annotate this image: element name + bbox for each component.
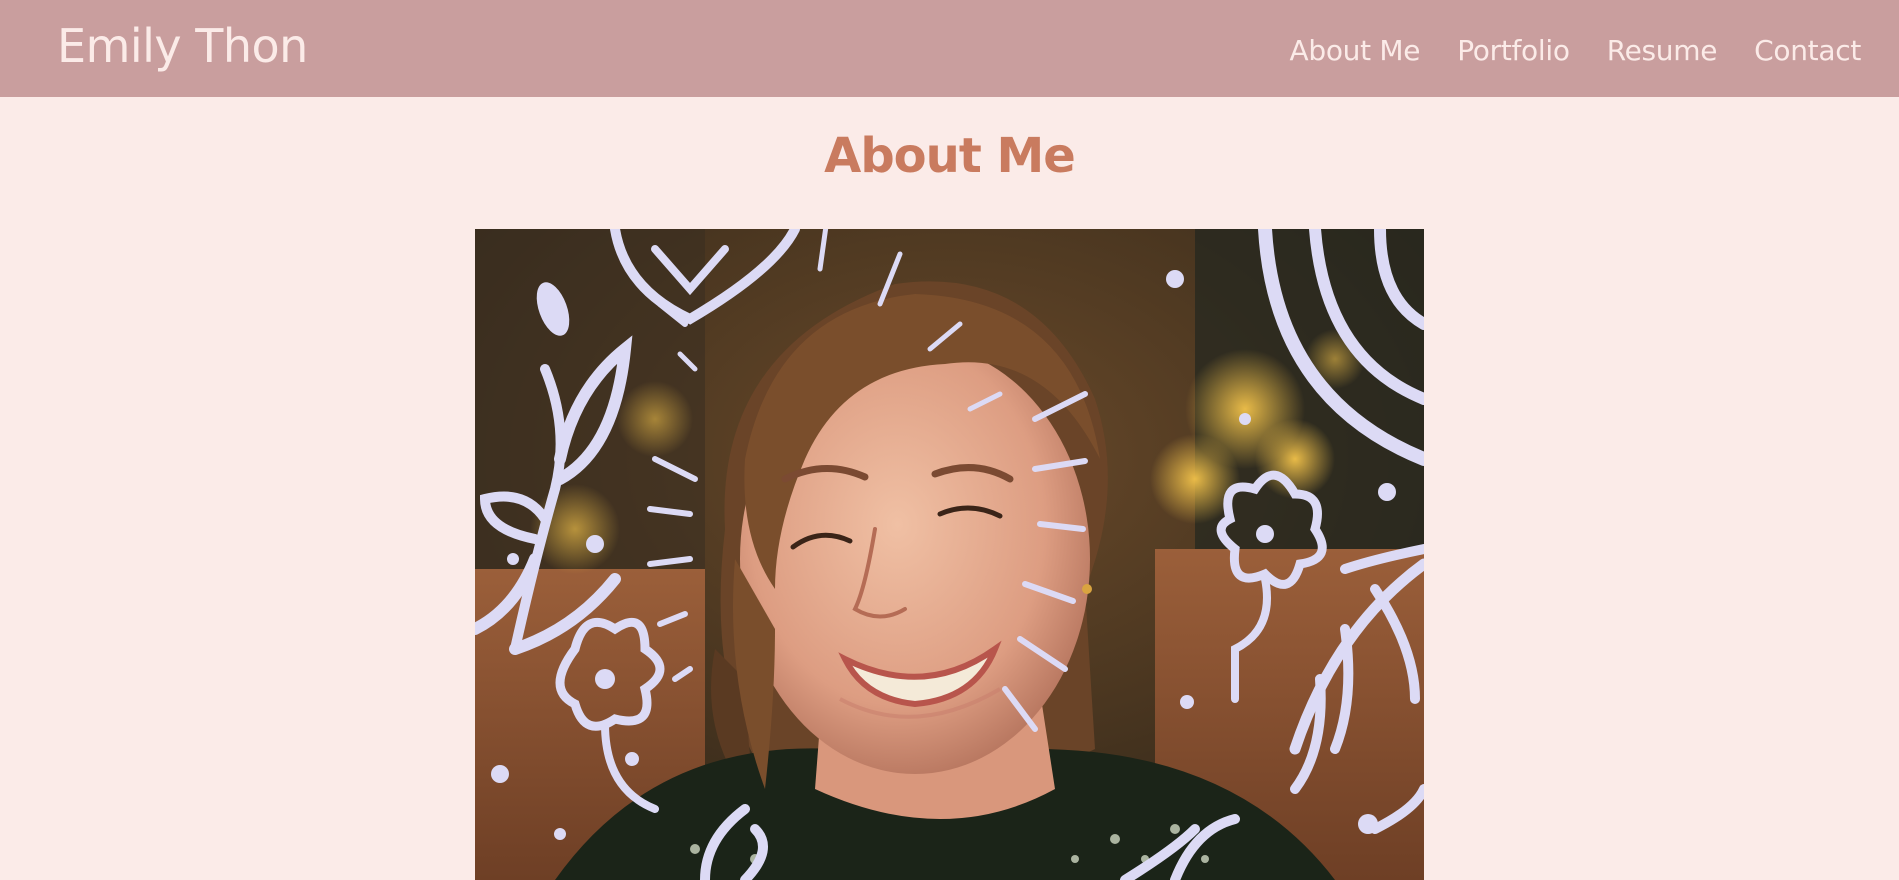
portrait-photo (475, 229, 1424, 880)
nav-link-resume[interactable]: Resume (1607, 32, 1718, 70)
page-heading: About Me (824, 128, 1076, 184)
main-nav: About Me Portfolio Resume Contact (1290, 32, 1862, 70)
nav-link-portfolio[interactable]: Portfolio (1457, 32, 1570, 70)
nav-link-contact[interactable]: Contact (1754, 32, 1861, 70)
site-header: Emily Thon About Me Portfolio Resume Con… (0, 0, 1899, 97)
nav-link-about-me[interactable]: About Me (1290, 32, 1421, 70)
site-title-link[interactable]: Emily Thon (57, 18, 308, 74)
